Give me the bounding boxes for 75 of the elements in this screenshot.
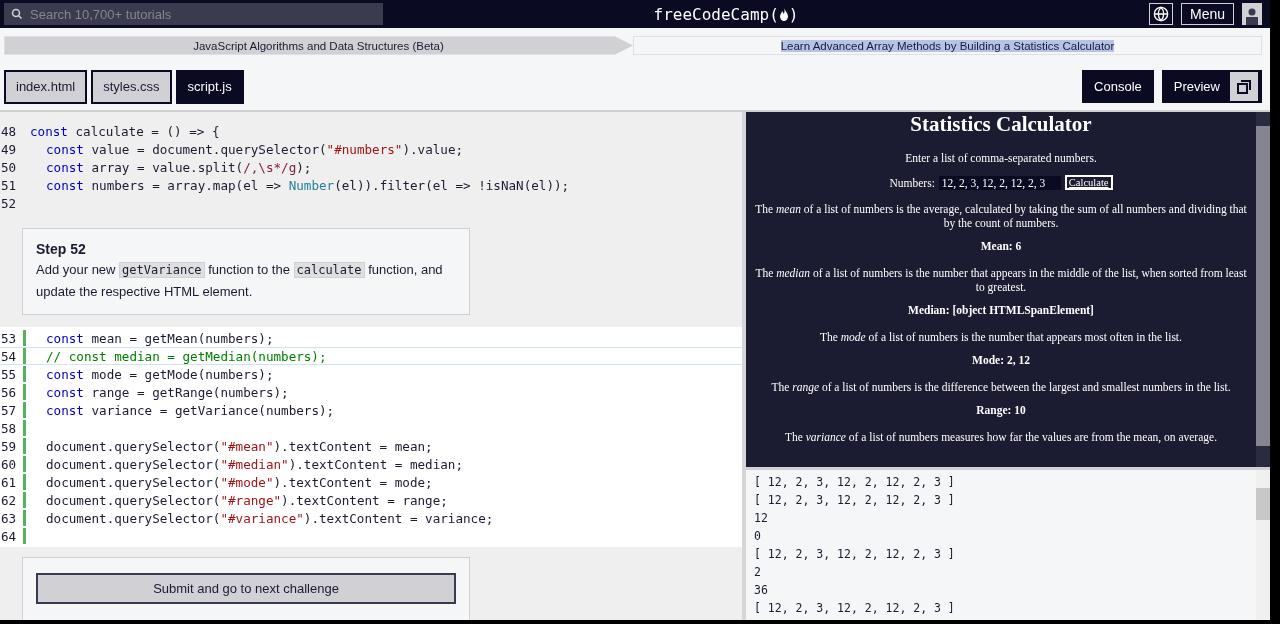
language-button[interactable] [1148, 3, 1173, 25]
code-line: const range = getRange(numbers); [45, 384, 289, 400]
preview-paragraph: The mode of a list of numbers is the number that appears most often in the list. [819, 330, 1183, 344]
code-line: document.querySelector("#range").textContent = range; [45, 492, 448, 508]
globe-icon [1152, 6, 1169, 22]
submit-button[interactable]: Submit and go to next challenge [36, 573, 456, 604]
line-number: 49 [0, 141, 18, 157]
code-line: const array = value.split(/,\s*/g); [45, 159, 312, 175]
search-icon [11, 8, 23, 20]
code-line: const mean = getMean(numbers); [45, 330, 274, 346]
console-button[interactable]: Console [1082, 70, 1154, 103]
avatar[interactable] [1242, 3, 1262, 25]
breadcrumb-link[interactable]: Learn Advanced Array Methods by Building a Statistics Calculator [633, 36, 1262, 55]
line-number: 63 [0, 510, 18, 526]
file-tab[interactable]: styles.css [91, 69, 172, 104]
line-number: 57 [0, 402, 18, 418]
logo[interactable]: freeCodeCamp( ) [391, 4, 1061, 24]
console-output: [ 12, 2, 3, 12, 2, 12, 2, 3 ] [754, 600, 956, 617]
console-output: [ 12, 2, 3, 12, 2, 12, 2, 3 ] [754, 492, 956, 509]
file-tab[interactable]: index.html [4, 69, 88, 104]
calculate-button[interactable]: Calculate [1064, 175, 1113, 190]
preview-paragraph: The mean of a list of numbers is the average, calculated by taking the sum of all numbers and dividing that by the count of numbers. [754, 202, 1248, 230]
input-label: Numbers: [889, 176, 935, 189]
user-icon [1244, 7, 1260, 25]
code-line: // const median = getMedian(numbers); [45, 348, 327, 364]
breadcrumb-link[interactable]: JavaScript Algorithms and Data Structures (Beta) [4, 36, 633, 55]
code-line: const numbers = array.map(el => Number(el)).filter(el => !isNaN(el)); [45, 177, 570, 193]
code-line: const calculate = () => { [30, 123, 220, 139]
line-number: 53 [0, 330, 18, 346]
line-number: 55 [0, 366, 18, 382]
preview-paragraph: The range of a list of numbers is the difference between the largest and smallest numbers in the list. [770, 380, 1232, 394]
code-line: document.querySelector("#variance").textContent = variance; [45, 510, 494, 526]
code-line: const value = document.querySelector("#numbers").value; [45, 141, 464, 157]
menu-button[interactable]: Menu [1180, 3, 1234, 25]
file-tab[interactable]: script.js [175, 69, 244, 104]
search-field[interactable]: Search 10,700+ tutorials [4, 3, 383, 25]
numbers-input[interactable]: 12, 2, 3, 12, 2, 12, 2, 3 [938, 175, 1061, 190]
scrollbar[interactable] [1256, 112, 1270, 467]
preview-paragraph: The variance of a list of numbers measures how far the values are from the mean, on average. [783, 430, 1219, 444]
preview-paragraph: The median of a list of numbers is the number that appears in the middle of the list, when sorted from least to greatest. [754, 266, 1248, 294]
preview-result: Range: 10 [975, 404, 1027, 416]
code-line: document.querySelector("#mode").textContent = mode; [45, 474, 433, 490]
code-line: const variance = getVariance(numbers); [45, 402, 335, 418]
preview-title: Statistics Calculator [909, 112, 1093, 137]
preview-result: Median: [object HTMLSpanElement] [907, 304, 1095, 316]
preview-intro: Enter a list of comma-separated numbers. [904, 151, 1098, 165]
line-number: 59 [0, 438, 18, 454]
line-number: 48 [0, 123, 18, 139]
flame-icon [778, 7, 789, 21]
line-number: 51 [0, 177, 18, 193]
line-number: 62 [0, 492, 18, 508]
step-title: Step 52 [36, 241, 87, 257]
code-line: const mode = getMode(numbers); [45, 366, 274, 382]
line-number: 64 [0, 528, 18, 544]
scrollbar[interactable] [1256, 470, 1270, 620]
step-description: Add your new getVariance function to the calculate function, and update the respective HTML element. [36, 261, 444, 301]
console-output: [ 12, 2, 3, 12, 2, 12, 2, 3 ] [754, 546, 956, 563]
line-number: 60 [0, 456, 18, 472]
console-output: [ 12, 2, 3, 12, 2, 12, 2, 3 ] [754, 474, 956, 491]
console-output: 2 [754, 564, 762, 581]
line-number: 61 [0, 474, 18, 490]
line-number: 56 [0, 384, 18, 400]
line-number: 50 [0, 159, 18, 175]
preview-result: Mean: 6 [979, 240, 1023, 252]
line-number: 54 [0, 348, 18, 364]
console-output: 12 [754, 510, 769, 527]
line-number: 52 [0, 195, 18, 211]
code-line: document.querySelector("#mean").textContent = mean; [45, 438, 433, 454]
preview-result: Mode: 2, 12 [971, 354, 1031, 366]
code-line: document.querySelector("#median").textContent = median; [45, 456, 464, 472]
windows-icon [1237, 79, 1251, 94]
line-number: 58 [0, 420, 18, 436]
console-output: 0 [754, 528, 762, 545]
preview-button[interactable]: Preview [1161, 70, 1262, 103]
console-output: 36 [754, 582, 769, 599]
